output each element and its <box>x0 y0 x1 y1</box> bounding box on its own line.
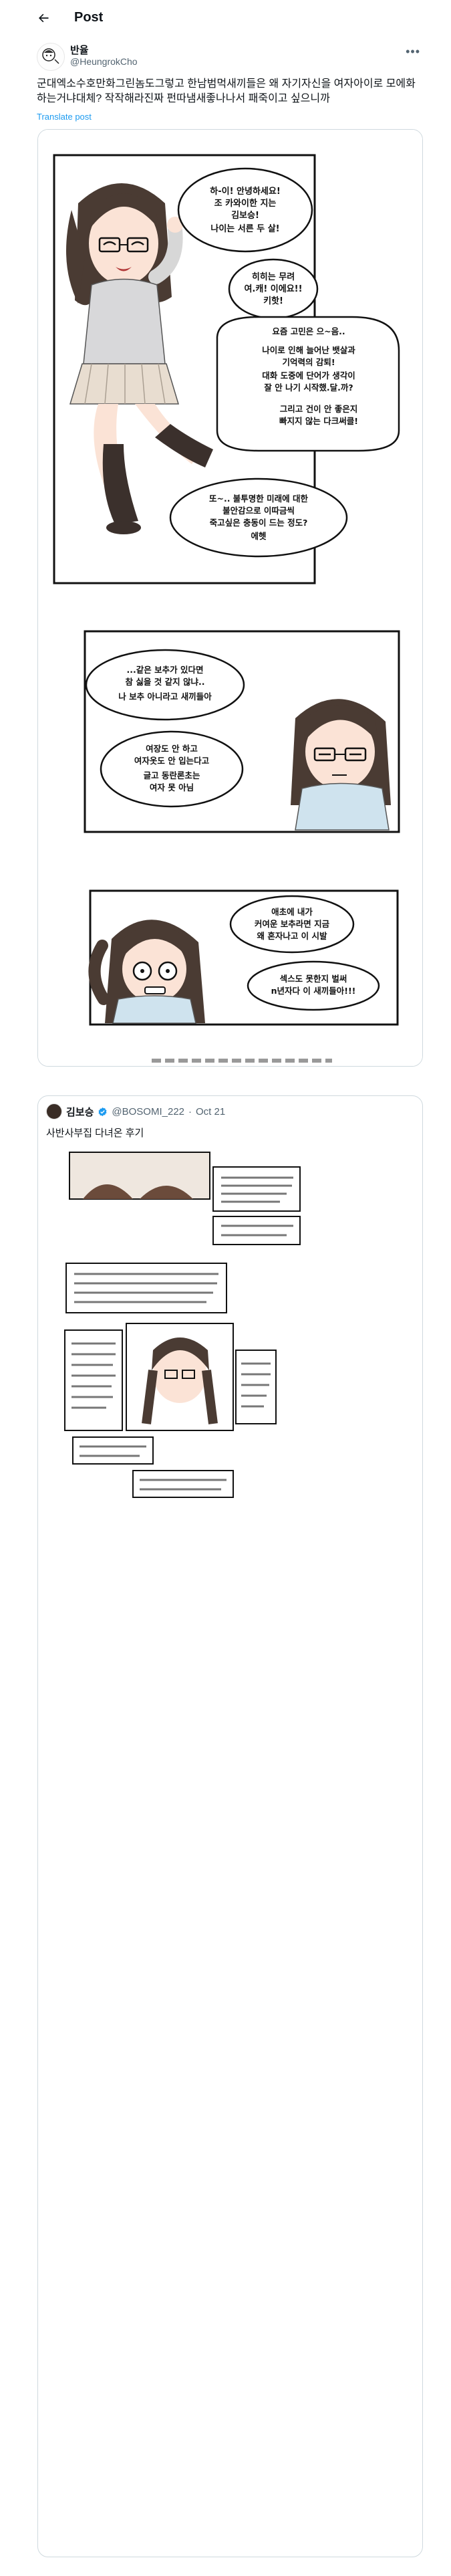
quoted-comic-image <box>46 1150 414 2547</box>
bubble-line: 기억력의 감퇴! <box>282 357 335 367</box>
bubble-line: 나이는 서른 두 살! <box>210 223 279 234</box>
page-title: Post <box>74 10 104 25</box>
speech-bubble: ...같은 보추가 있다면 참 싫을 것 같지 않냐.. 나 보추 아니라고 새… <box>85 649 245 721</box>
bubble-line: 참 싫을 것 같지 않냐.. <box>126 677 205 687</box>
bubble-line: 조 카와이한 지는 <box>214 198 277 209</box>
quoted-tweet-text: 사반사부집 다녀온 후기 <box>46 1128 144 1139</box>
avatar[interactable] <box>37 43 65 71</box>
tweet-text: 군대엑소수호만화그린놈도그렇고 한남범먹새끼들은 왜 자기자신을 여자아이로 모… <box>37 78 416 104</box>
bubble-line: 나이로 인해 늘어난 뱃살과 <box>262 345 355 355</box>
bubble-line: 커여운 보추라면 지금 <box>255 919 330 929</box>
comic-panel-3: 애초에 내가 커여운 보추라면 지금 왜 혼자나고 이 시발 섹스도 못한지 벌… <box>88 889 399 1026</box>
separator-dot: · <box>188 1105 192 1117</box>
comic-panel-2: ...같은 보추가 있다면 참 싫을 것 같지 않냐.. 나 보추 아니라고 새… <box>84 630 400 833</box>
avatar-image <box>42 48 59 64</box>
bubble-line: 에헷 <box>251 531 267 541</box>
bubble-line: 하-이! 안녕하세요! <box>210 186 281 197</box>
bubble-line: 나 보추 아니라고 새끼들아 <box>118 691 212 702</box>
bubble-line: n년자다 이 새끼들아!!! <box>271 986 356 996</box>
quoted-tweet[interactable]: 김보승 @BOSOMI_222 · Oct 21 사반사부집 다녀온 후기 <box>37 1095 423 2557</box>
bubble-line: 잘 안 나기 시작했.달.까? <box>264 383 353 393</box>
top-bar: Post <box>0 0 451 35</box>
bubble-line: 김보승! <box>231 211 259 221</box>
quoted-date[interactable]: Oct 21 <box>196 1106 225 1117</box>
more-options-icon[interactable]: ••• <box>406 45 420 59</box>
verified-badge-icon <box>98 1107 107 1116</box>
tweet-author: 반율 @HeungrokCho ••• <box>37 41 424 71</box>
bubble-line: 여.캐! 이에요!! <box>244 284 302 294</box>
bubble-line: 불안감으로 이따금씩 <box>222 506 295 516</box>
speech-bubble: 여장도 안 하고 여자옷도 안 입는다고 글고 동란론초는 여자 못 아님 <box>100 730 244 808</box>
quoted-tweet-header: 김보승 @BOSOMI_222 · Oct 21 <box>46 1103 225 1119</box>
translate-post-link[interactable]: Translate post <box>37 112 92 122</box>
bubble-line: 여자옷도 안 입는다고 <box>134 756 210 766</box>
character-2 <box>291 699 391 831</box>
speech-bubble: 애초에 내가 커여운 보추라면 지금 왜 혼자나고 이 시발 <box>229 895 355 954</box>
quoted-media[interactable] <box>46 1150 414 2547</box>
bubble-line: 죽고싶은 충동이 드는 정도? <box>210 518 308 528</box>
author-name[interactable]: 반율 <box>70 43 89 57</box>
bubble-line: ...같은 보추가 있다면 <box>127 665 204 675</box>
speech-bubble: 히히는 무려 여.캐! 이에요!! 키핫! <box>228 258 319 320</box>
bubble-line: 요즘 고민은 으~음.. <box>272 326 345 336</box>
bubble-line: 히히는 무려 <box>252 272 295 282</box>
bubble-line: 그리고 건이 안 좋은지 <box>280 404 358 414</box>
quoted-author-handle[interactable]: @BOSOMI_222 <box>112 1106 184 1117</box>
speech-bubble: 요즘 고민은 으~음.. 나이로 인해 늘어난 뱃살과 기억력의 감퇴! 대화 … <box>216 316 400 452</box>
bubble-line: 왜 혼자나고 이 시발 <box>257 931 327 941</box>
bubble-line: 애초에 내가 <box>271 907 313 917</box>
bubble-line: 여자 못 아님 <box>150 782 194 792</box>
back-button[interactable] <box>31 6 55 30</box>
bubble-line: 섹스도 못한지 벌써 <box>280 974 347 984</box>
speech-bubble: 하-이! 안녕하세요! 조 카와이한 지는 김보승! 나이는 서른 두 살! <box>177 167 313 253</box>
back-arrow-icon <box>39 13 49 22</box>
author-handle[interactable]: @HeungrokCho <box>70 56 138 67</box>
tweet-media[interactable]: 하-이! 안녕하세요! 조 카와이한 지는 김보승! 나이는 서른 두 살! 히… <box>37 129 423 1067</box>
bubble-line: 여장도 안 하고 <box>146 744 198 754</box>
quoted-author-name[interactable]: 김보승 <box>66 1105 94 1119</box>
bubble-line: 빠지지 않는 다크써클! <box>279 416 358 426</box>
speech-bubble: 또~.. 불투명한 미래에 대한 불안감으로 이따금씩 죽고싶은 충동이 드는 … <box>169 477 348 558</box>
bubble-line: 키핫! <box>263 296 283 306</box>
speech-bubble: 섹스도 못한지 벌써 n년자다 이 새끼들아!!! <box>247 960 380 1011</box>
quoted-avatar[interactable] <box>46 1103 62 1119</box>
bubble-line: 글고 동란론초는 <box>144 770 200 780</box>
bubble-line: 대화 도중에 단어가 생각이 <box>262 370 355 381</box>
bubble-line: 또~.. 불투명한 미래에 대한 <box>209 494 309 504</box>
comic-image: 하-이! 안녕하세요! 조 카와이한 지는 김보승! 나이는 서른 두 살! 히… <box>38 130 422 1066</box>
